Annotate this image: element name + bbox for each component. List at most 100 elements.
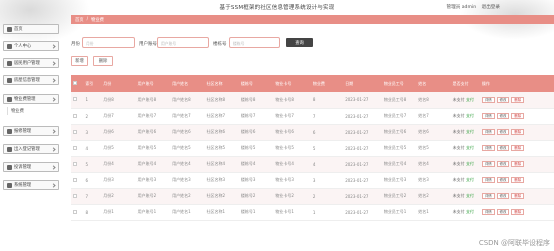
sidebar-item-houses[interactable]: 房屋信息管理 [3,75,59,85]
edit-button[interactable]: 修改 [496,161,510,167]
account-input[interactable]: 用户账号 [157,37,209,48]
page: { "header": {"title": "基于SSM框架的社区信息管理系统设… [0,0,554,251]
detail-button[interactable]: 详情 [481,193,495,199]
table-cell: 社区名称8 [206,96,226,102]
table-cell: 物业卡号6 [275,129,294,134]
pay-link[interactable]: 支付 [466,145,474,150]
breadcrumb-home[interactable]: 首页 [75,17,84,23]
checkbox[interactable] [73,129,77,134]
pay-link[interactable]: 支付 [466,97,474,102]
table-cell: 楼栋号7 [240,113,256,118]
table-header: 月份 [103,80,112,86]
row-checkbox-cell[interactable] [71,108,84,124]
sidebar-item-profile[interactable]: 个人中心 [3,41,59,51]
table-cell: 物业员工号2 [383,193,407,198]
edit-button[interactable]: 修改 [496,113,510,119]
pay-link[interactable]: 支付 [466,193,474,198]
sidebar-item-home[interactable]: 首页 [3,24,59,34]
sidebar-item-entry-log[interactable]: 出入登记管理 [3,144,59,154]
checkbox[interactable] [73,193,77,198]
table-header: 索引 [85,80,94,86]
checkbox[interactable] [73,161,77,166]
table-cell: 8 [85,209,89,215]
checkbox[interactable] [73,145,77,150]
row-delete-button[interactable]: 删除 [511,145,525,151]
edit-button[interactable]: 修改 [496,177,510,183]
checkbox[interactable] [73,177,77,182]
row-delete-button[interactable]: 删除 [511,96,525,103]
table-row: 2 月份7 用户账号7 用户姓名7 社区名称7 楼栋号7 物业卡号7 7 2023-01-27 物… [71,108,554,124]
row-checkbox-cell[interactable] [71,172,84,188]
pay-link[interactable]: 支付 [466,129,474,134]
detail-button[interactable]: 详情 [481,96,495,103]
sidebar-item-property-fee[interactable]: 物业费管理 [3,94,59,104]
edit-button[interactable]: 修改 [496,96,510,103]
building-input[interactable]: 楼栋号 [229,37,280,48]
sidebar-item-system[interactable]: 系统管理 [3,180,59,190]
detail-button[interactable]: 详情 [481,129,495,135]
table-cell: 楼栋号5 [240,145,256,150]
checkbox[interactable] [73,97,77,102]
sidebar-item-repair[interactable]: 报修管理 [3,126,59,136]
month-input[interactable]: 月份 [82,37,135,48]
table-cell: 用户账号4 [137,161,157,166]
edit-button[interactable]: 修改 [496,145,510,151]
logout-link[interactable]: 退出登录 [482,5,500,10]
pay-link[interactable]: 支付 [466,113,474,118]
payment-status: 未支付 [452,113,465,118]
table-cell: 物业员工号8 [383,96,407,102]
pay-link[interactable]: 支付 [466,209,474,214]
sidebar-item-label: 物业费管理 [14,97,36,102]
table-cell: 月份3 [103,177,114,182]
table-cell: 楼栋号1 [240,209,256,214]
add-button[interactable]: 新增 [71,56,88,66]
table-cell: 用户姓名7 [172,113,191,118]
row-checkbox-cell[interactable] [71,140,84,156]
row-delete-button[interactable]: 删除 [511,113,525,119]
search-button[interactable]: 查询 [282,37,317,48]
pay-link[interactable]: 支付 [466,177,474,182]
row-delete-button[interactable]: 删除 [511,209,525,215]
row-delete-button[interactable]: 删除 [511,129,525,135]
delete-button[interactable]: 删除 [93,56,113,66]
header-checkbox[interactable] [71,75,84,92]
detail-button[interactable]: 详情 [481,177,495,183]
table-header: 用户账号 [137,80,154,86]
pay-link[interactable]: 支付 [466,161,474,166]
sidebar-subitem-property-fee[interactable]: 物业费 [7,107,59,115]
detail-button[interactable]: 详情 [481,113,495,119]
row-checkbox-cell[interactable] [71,188,84,204]
row-delete-button[interactable]: 删除 [511,193,525,199]
payment-status: 未支付 [452,129,465,134]
table-cell: 物业员工号6 [383,129,407,134]
row-checkbox-cell[interactable] [71,156,84,172]
table-cell: 姓名7 [418,113,429,118]
edit-button[interactable]: 修改 [496,209,510,215]
checkbox[interactable] [73,209,77,214]
sidebar-item-residents[interactable]: 居民用户管理 [3,58,59,68]
sidebar-item-complaints[interactable]: 投诉管理 [3,162,59,172]
table-cell: 用户姓名6 [172,129,191,134]
edit-button[interactable]: 修改 [496,193,510,199]
table-cell: 物业员工号7 [383,113,407,118]
row-delete-button[interactable]: 删除 [511,161,525,167]
edit-button[interactable]: 修改 [496,129,510,135]
row-checkbox-cell[interactable] [71,204,84,220]
message-icon [7,164,12,170]
row-delete-button[interactable]: 删除 [511,177,525,183]
checkbox[interactable] [73,81,77,85]
table-cell: 2023-01-27 [345,97,369,103]
table-cell: 5 [312,145,316,151]
row-checkbox-cell[interactable] [71,92,84,108]
operations-cell: 详情 修改 删除 [480,108,554,124]
checkbox[interactable] [73,113,77,118]
row-checkbox-cell[interactable] [71,124,84,140]
table-cell: 物业卡号3 [275,177,294,182]
sidebar-subitem-label: 物业费 [11,109,24,114]
table-cell: 物业卡号4 [275,161,294,166]
sidebar-item-label: 报修管理 [14,129,32,134]
detail-button[interactable]: 详情 [481,145,495,151]
detail-button[interactable]: 详情 [481,161,495,167]
detail-button[interactable]: 详情 [481,209,495,215]
table-cell: 姓名4 [418,161,429,166]
